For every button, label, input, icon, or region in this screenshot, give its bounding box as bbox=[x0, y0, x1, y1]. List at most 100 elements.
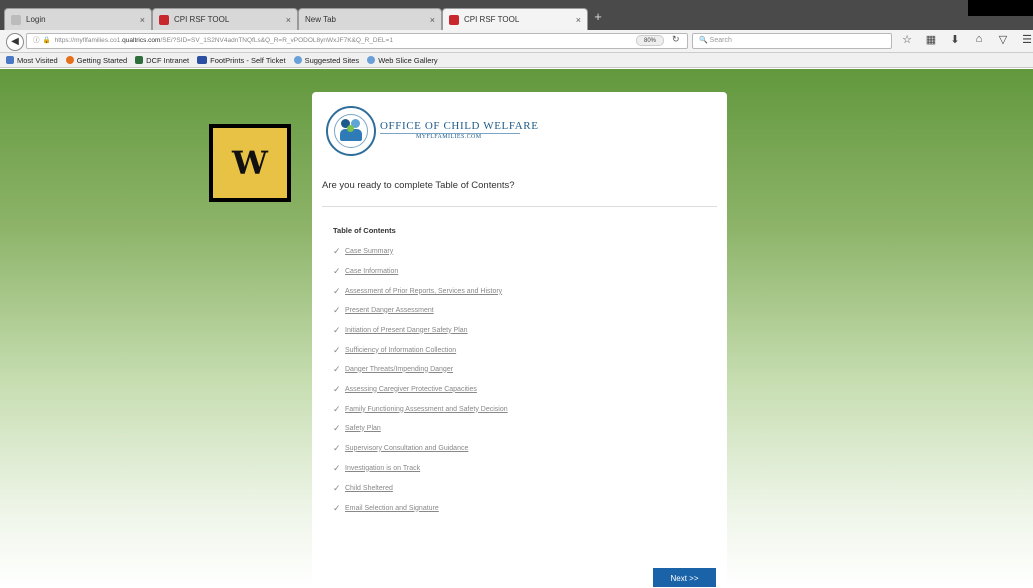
toc-link[interactable]: Present Danger Assessment bbox=[345, 307, 434, 314]
bookmark-most-visited[interactable]: Most Visited bbox=[6, 56, 58, 65]
question-text: Are you ready to complete Table of Conte… bbox=[322, 180, 515, 191]
toc-link[interactable]: Child Sheltered bbox=[345, 485, 393, 492]
info-icon[interactable]: ⓘ bbox=[33, 37, 40, 44]
check-icon: ✓ bbox=[333, 383, 341, 394]
bookmark-suggested-sites[interactable]: Suggested Sites bbox=[293, 56, 359, 65]
close-icon[interactable]: × bbox=[140, 15, 145, 25]
toc-item[interactable]: ✓ Danger Threats/Impending Danger bbox=[333, 363, 453, 375]
redaction-box bbox=[968, 0, 1033, 16]
bookmark-web-slice-gallery[interactable]: Web Slice Gallery bbox=[367, 56, 438, 65]
toc-item[interactable]: ✓ Safety Plan bbox=[333, 422, 381, 434]
bookmark-label: FootPrints - Self Ticket bbox=[210, 55, 286, 65]
toc-item[interactable]: ✓ Present Danger Assessment bbox=[333, 304, 434, 316]
close-icon[interactable]: × bbox=[286, 15, 291, 25]
tab-new-tab[interactable]: New Tab × bbox=[298, 8, 442, 30]
generic-favicon-icon bbox=[11, 14, 21, 25]
toc-link[interactable]: Investigation is on Track bbox=[345, 465, 420, 472]
next-button[interactable]: Next >> bbox=[653, 568, 716, 587]
bookmark-label: Getting Started bbox=[76, 55, 128, 65]
w-logo: W bbox=[209, 124, 291, 202]
navigation-bar: ◀ ⓘ 🔒 https://myflfamilies.co1.qualtrics.c… bbox=[0, 30, 1033, 53]
zoom-indicator[interactable]: 80% bbox=[636, 35, 664, 46]
bookmark-folder-icon bbox=[6, 56, 14, 64]
toc-link[interactable]: Initiation of Present Danger Safety Plan bbox=[345, 327, 468, 334]
toc-item[interactable]: ✓ Initiation of Present Danger Safety Pla… bbox=[333, 324, 468, 336]
toc-link[interactable]: Danger Threats/Impending Danger bbox=[345, 366, 453, 373]
bookmark-label: DCF Intranet bbox=[146, 55, 190, 65]
url-path: /SE/?SID=SV_1S2NV4adnTNQfLs&Q_R=R_vPODOL… bbox=[160, 37, 393, 44]
address-bar[interactable]: ⓘ 🔒 https://myflfamilies.co1.qualtrics.com… bbox=[26, 33, 688, 49]
toc-link[interactable]: Safety Plan bbox=[345, 425, 381, 432]
toc-item[interactable]: ✓ Family Functioning Assessment and Safet… bbox=[333, 403, 508, 415]
tab-cpi-rsf-tool[interactable]: CPI RSF TOOL × bbox=[152, 8, 298, 30]
survey-card: OFFICE OF CHILD WELFARE MYFLFAMILIES.COM… bbox=[312, 92, 727, 587]
toolbar-icons: ☆ ▦ ⬇ ⌂ ▽ ☰ bbox=[900, 33, 1033, 46]
toc-link[interactable]: Assessment of Prior Reports, Services an… bbox=[345, 288, 502, 295]
back-arrow-icon[interactable]: ◀ bbox=[6, 33, 24, 51]
close-icon[interactable]: × bbox=[576, 15, 581, 25]
check-icon: ✓ bbox=[333, 245, 341, 256]
seal-figure bbox=[347, 125, 354, 132]
ie-icon bbox=[293, 56, 302, 64]
search-input[interactable]: 🔍 Search bbox=[692, 33, 892, 49]
divider bbox=[322, 206, 717, 207]
browser-tab-strip: Login × CPI RSF TOOL × New Tab × CPI RSF… bbox=[0, 0, 1033, 30]
qualtrics-favicon-icon bbox=[449, 14, 459, 25]
toc-link[interactable]: Case Summary bbox=[345, 248, 393, 255]
toc-item[interactable]: ✓ Sufficiency of Information Collection bbox=[333, 344, 456, 356]
lock-icon: 🔒 bbox=[42, 37, 51, 44]
toc-item[interactable]: ✓ Assessment of Prior Reports, Services a… bbox=[333, 285, 502, 297]
check-icon: ✓ bbox=[333, 363, 341, 374]
menu-icon[interactable]: ☰ bbox=[1020, 33, 1033, 46]
org-site: MYFLFAMILIES.COM bbox=[416, 134, 482, 140]
toc-link[interactable]: Supervisory Consultation and Guidance bbox=[345, 445, 468, 452]
tab-label: CPI RSF TOOL bbox=[464, 15, 520, 24]
org-name: OFFICE OF CHILD WELFARE bbox=[380, 120, 539, 132]
toc-item[interactable]: ✓ Case Summary bbox=[333, 245, 393, 257]
ie-icon bbox=[367, 56, 376, 64]
tab-label: CPI RSF TOOL bbox=[174, 15, 230, 24]
bookmark-label: Most Visited bbox=[17, 55, 58, 65]
reading-list-icon[interactable]: ▦ bbox=[924, 33, 938, 46]
pocket-icon[interactable]: ▽ bbox=[996, 33, 1010, 46]
toc-item[interactable]: ✓ Investigation is on Track bbox=[333, 462, 420, 474]
check-icon: ✓ bbox=[333, 442, 341, 453]
toc-item[interactable]: ✓ Email Selection and Signature bbox=[333, 502, 439, 514]
toc-link[interactable]: Email Selection and Signature bbox=[345, 505, 439, 512]
tab-cpi-rsf-tool-active[interactable]: CPI RSF TOOL × bbox=[442, 8, 588, 30]
toc-link[interactable]: Family Functioning Assessment and Safety… bbox=[345, 406, 508, 413]
bookmark-footprints[interactable]: FootPrints - Self Ticket bbox=[197, 55, 286, 65]
new-tab-button[interactable]: + bbox=[590, 9, 606, 25]
toc-title: Table of Contents bbox=[333, 226, 396, 235]
toc-item[interactable]: ✓ Case Information bbox=[333, 265, 398, 277]
check-icon: ✓ bbox=[333, 403, 341, 414]
check-icon: ✓ bbox=[333, 285, 341, 296]
bookmark-dcf-intranet[interactable]: DCF Intranet bbox=[135, 56, 189, 65]
toc-link[interactable]: Assessing Caregiver Protective Capacitie… bbox=[345, 386, 477, 393]
toc-link[interactable]: Sufficiency of Information Collection bbox=[345, 347, 456, 354]
tree-icon bbox=[135, 56, 144, 64]
toc-item[interactable]: ✓ Child Sheltered bbox=[333, 482, 393, 494]
firefox-icon bbox=[65, 56, 74, 64]
check-icon: ✓ bbox=[333, 502, 341, 513]
bookmark-getting-started[interactable]: Getting Started bbox=[65, 55, 128, 65]
download-icon[interactable]: ⬇ bbox=[948, 33, 962, 46]
bookmark-star-icon[interactable]: ☆ bbox=[900, 33, 914, 46]
search-icon: 🔍 bbox=[699, 37, 708, 44]
close-icon[interactable]: × bbox=[430, 15, 435, 25]
check-icon: ✓ bbox=[333, 265, 341, 276]
monitor-icon bbox=[197, 56, 208, 64]
check-icon: ✓ bbox=[333, 482, 341, 493]
qualtrics-favicon-icon bbox=[159, 14, 169, 25]
toc-item[interactable]: ✓ Assessing Caregiver Protective Capaciti… bbox=[333, 383, 477, 395]
url-prefix: https://myflfamilies.co1. bbox=[54, 37, 123, 44]
tab-login[interactable]: Login × bbox=[4, 8, 152, 30]
department-seal-icon bbox=[326, 106, 376, 156]
check-icon: ✓ bbox=[333, 324, 341, 335]
toc-link[interactable]: Case Information bbox=[345, 268, 398, 275]
reload-icon[interactable]: ↻ bbox=[672, 34, 680, 45]
home-icon[interactable]: ⌂ bbox=[972, 33, 986, 46]
tab-label: Login bbox=[26, 15, 46, 24]
toc-item[interactable]: ✓ Supervisory Consultation and Guidance bbox=[333, 442, 468, 454]
tab-label: New Tab bbox=[305, 15, 336, 24]
